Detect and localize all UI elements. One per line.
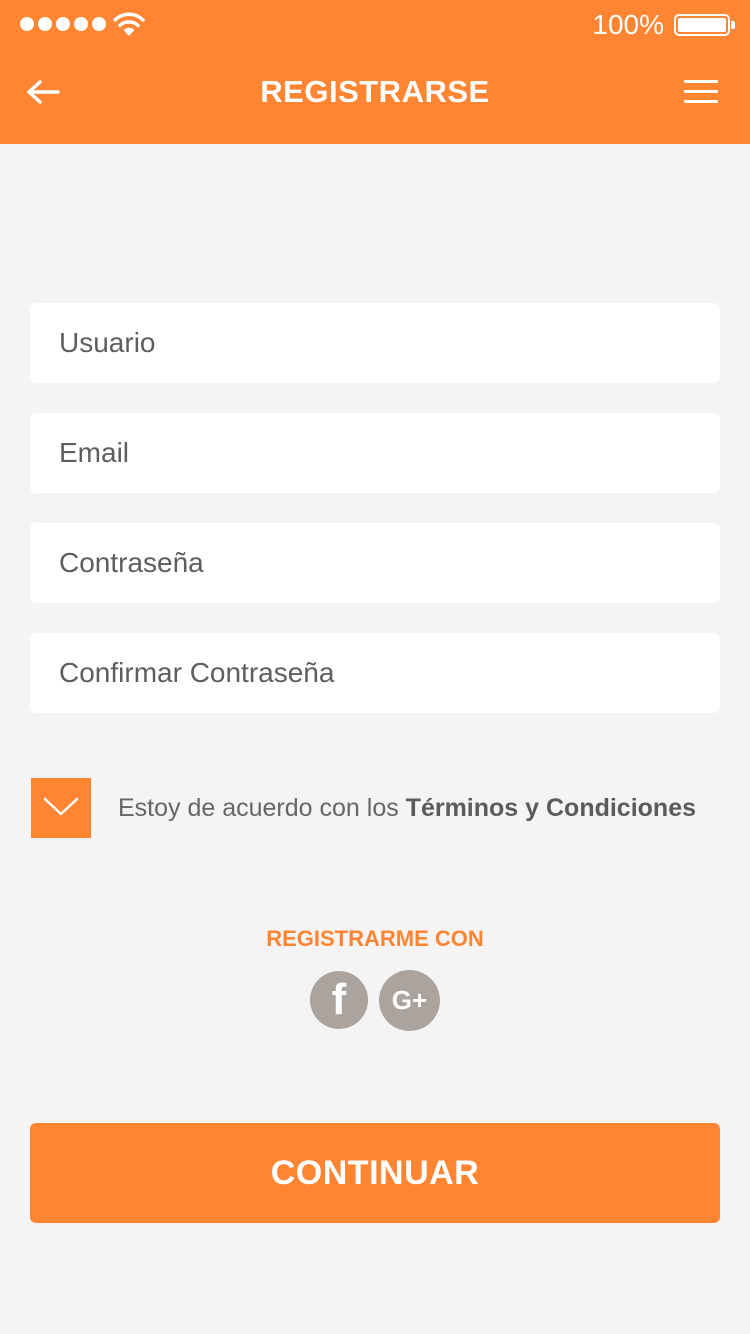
continue-button[interactable]: CONTINUAR: [30, 1123, 720, 1223]
google-plus-button[interactable]: G+: [379, 970, 440, 1031]
username-field[interactable]: [30, 303, 720, 383]
google-plus-icon: G+: [391, 985, 428, 1015]
confirm-password-field[interactable]: [30, 633, 720, 713]
facebook-button[interactable]: f: [310, 971, 368, 1029]
battery-percent: 100%: [592, 9, 664, 40]
checkmark-icon: [43, 797, 79, 816]
status-bar: 100%: [0, 0, 750, 50]
navigation-bar: REGISTRARSE: [0, 50, 750, 144]
terms-label: Estoy de acuerdo con los Términos y Cond…: [118, 791, 696, 825]
facebook-icon: f: [331, 975, 347, 1024]
terms-checkbox[interactable]: [31, 778, 91, 838]
battery-icon: [674, 14, 735, 36]
hamburger-menu-icon[interactable]: [684, 80, 718, 106]
terms-link[interactable]: Términos y Condiciones: [406, 794, 696, 822]
wifi-icon: [113, 12, 145, 36]
app-header: 100% REGISTRARSE: [0, 0, 750, 144]
email-field[interactable]: [30, 413, 720, 493]
social-register-heading: REGISTRARME CON: [266, 926, 484, 951]
signal-strength-icon: [20, 17, 106, 31]
password-field[interactable]: [30, 523, 720, 603]
page-title: REGISTRARSE: [260, 74, 490, 109]
terms-text: Estoy de acuerdo con los: [118, 794, 406, 822]
